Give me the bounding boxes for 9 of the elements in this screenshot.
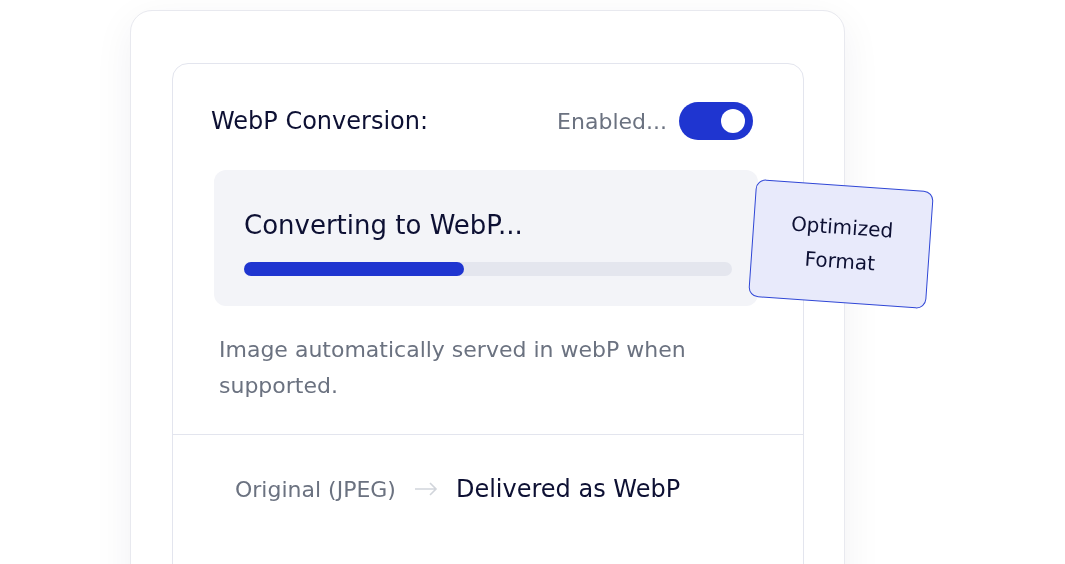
description-text: Image automatically served in webP when supported. [219,336,687,400]
status-text: Enabled... [557,108,667,134]
toggle-switch[interactable] [679,102,753,140]
format-badge: Optimized Format [748,178,934,310]
panel-title: WebP Conversion: [211,107,429,135]
arrow-icon [413,482,438,496]
progress-label: Converting to WebP... [244,210,524,240]
original-format: Original (JPEG) [235,476,396,502]
delivered-format: Delivered as WebP [455,475,681,503]
